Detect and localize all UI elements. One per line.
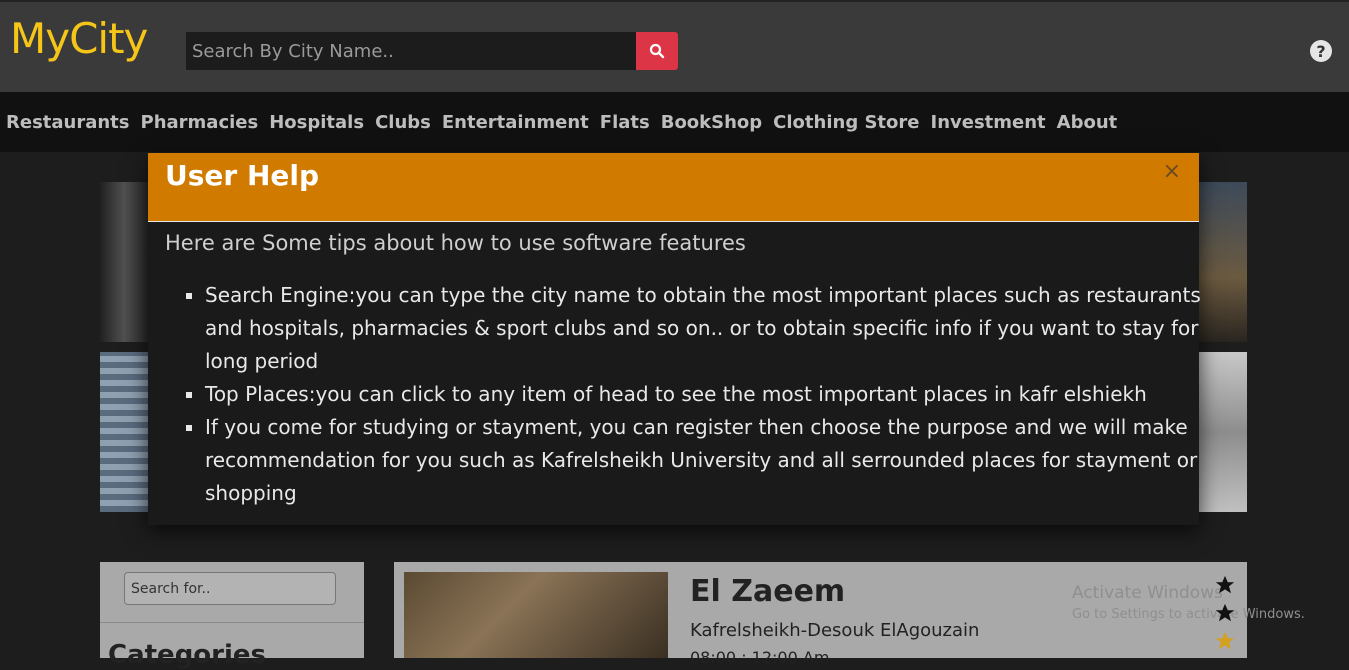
search-icon	[649, 43, 665, 59]
modal-intro: Here are Some tips about how to use soft…	[165, 231, 746, 255]
close-icon[interactable]: ×	[1163, 159, 1181, 184]
sidebar-divider	[100, 622, 364, 623]
nav-item-restaurants[interactable]: Restaurants	[6, 112, 130, 133]
nav-item-bookshop[interactable]: BookShop	[661, 112, 762, 133]
logo[interactable]: MyCity	[10, 14, 148, 63]
nav-item-hospitals[interactable]: Hospitals	[269, 112, 364, 133]
tip-item: Search Engine:you can type the city name…	[205, 279, 1215, 378]
nav-item-pharmacies[interactable]: Pharmacies	[141, 112, 259, 133]
windows-watermark-title: Activate Windows	[1072, 583, 1223, 603]
modal-header: User Help ×	[148, 153, 1199, 222]
nav-item-about[interactable]: About	[1057, 112, 1118, 133]
city-search-input[interactable]	[186, 32, 636, 70]
carousel-image-left-bottom	[100, 352, 148, 512]
category-nav: Restaurants Pharmacies Hospitals Clubs E…	[0, 92, 1349, 152]
sidebar-search-input[interactable]: Search for..	[124, 572, 336, 605]
tip-item: Top Places:you can click to any item of …	[205, 378, 1215, 411]
carousel-image-left-top	[100, 182, 148, 342]
search-button[interactable]	[636, 32, 678, 70]
tip-item: If you come for studying or stayment, yo…	[205, 411, 1215, 510]
question-icon[interactable]: ?	[1310, 40, 1332, 62]
modal-title: User Help	[165, 159, 320, 192]
place-address: Kafrelsheikh-Desouk ElAgouzain	[690, 620, 980, 641]
user-help-modal: User Help × Here are Some tips about how…	[148, 153, 1201, 525]
rating-stars	[1214, 574, 1236, 652]
star-icon[interactable]	[1214, 574, 1236, 596]
nav-item-investment[interactable]: Investment	[931, 112, 1046, 133]
nav-item-clubs[interactable]: Clubs	[375, 112, 431, 133]
nav-item-flats[interactable]: Flats	[600, 112, 650, 133]
sidebar-heading: Categories	[108, 640, 267, 670]
nav-item-clothing-store[interactable]: Clothing Store	[773, 112, 919, 133]
nav-item-entertainment[interactable]: Entertainment	[442, 112, 589, 133]
star-icon[interactable]	[1214, 630, 1236, 652]
star-icon[interactable]	[1214, 602, 1236, 624]
top-navbar: MyCity ?	[0, 0, 1349, 92]
place-title[interactable]: El Zaeem	[690, 574, 845, 609]
place-image[interactable]	[404, 572, 668, 658]
tips-list: Search Engine:you can type the city name…	[165, 279, 1215, 510]
windows-watermark-subtitle: Go to Settings to activate Windows.	[1072, 607, 1305, 622]
